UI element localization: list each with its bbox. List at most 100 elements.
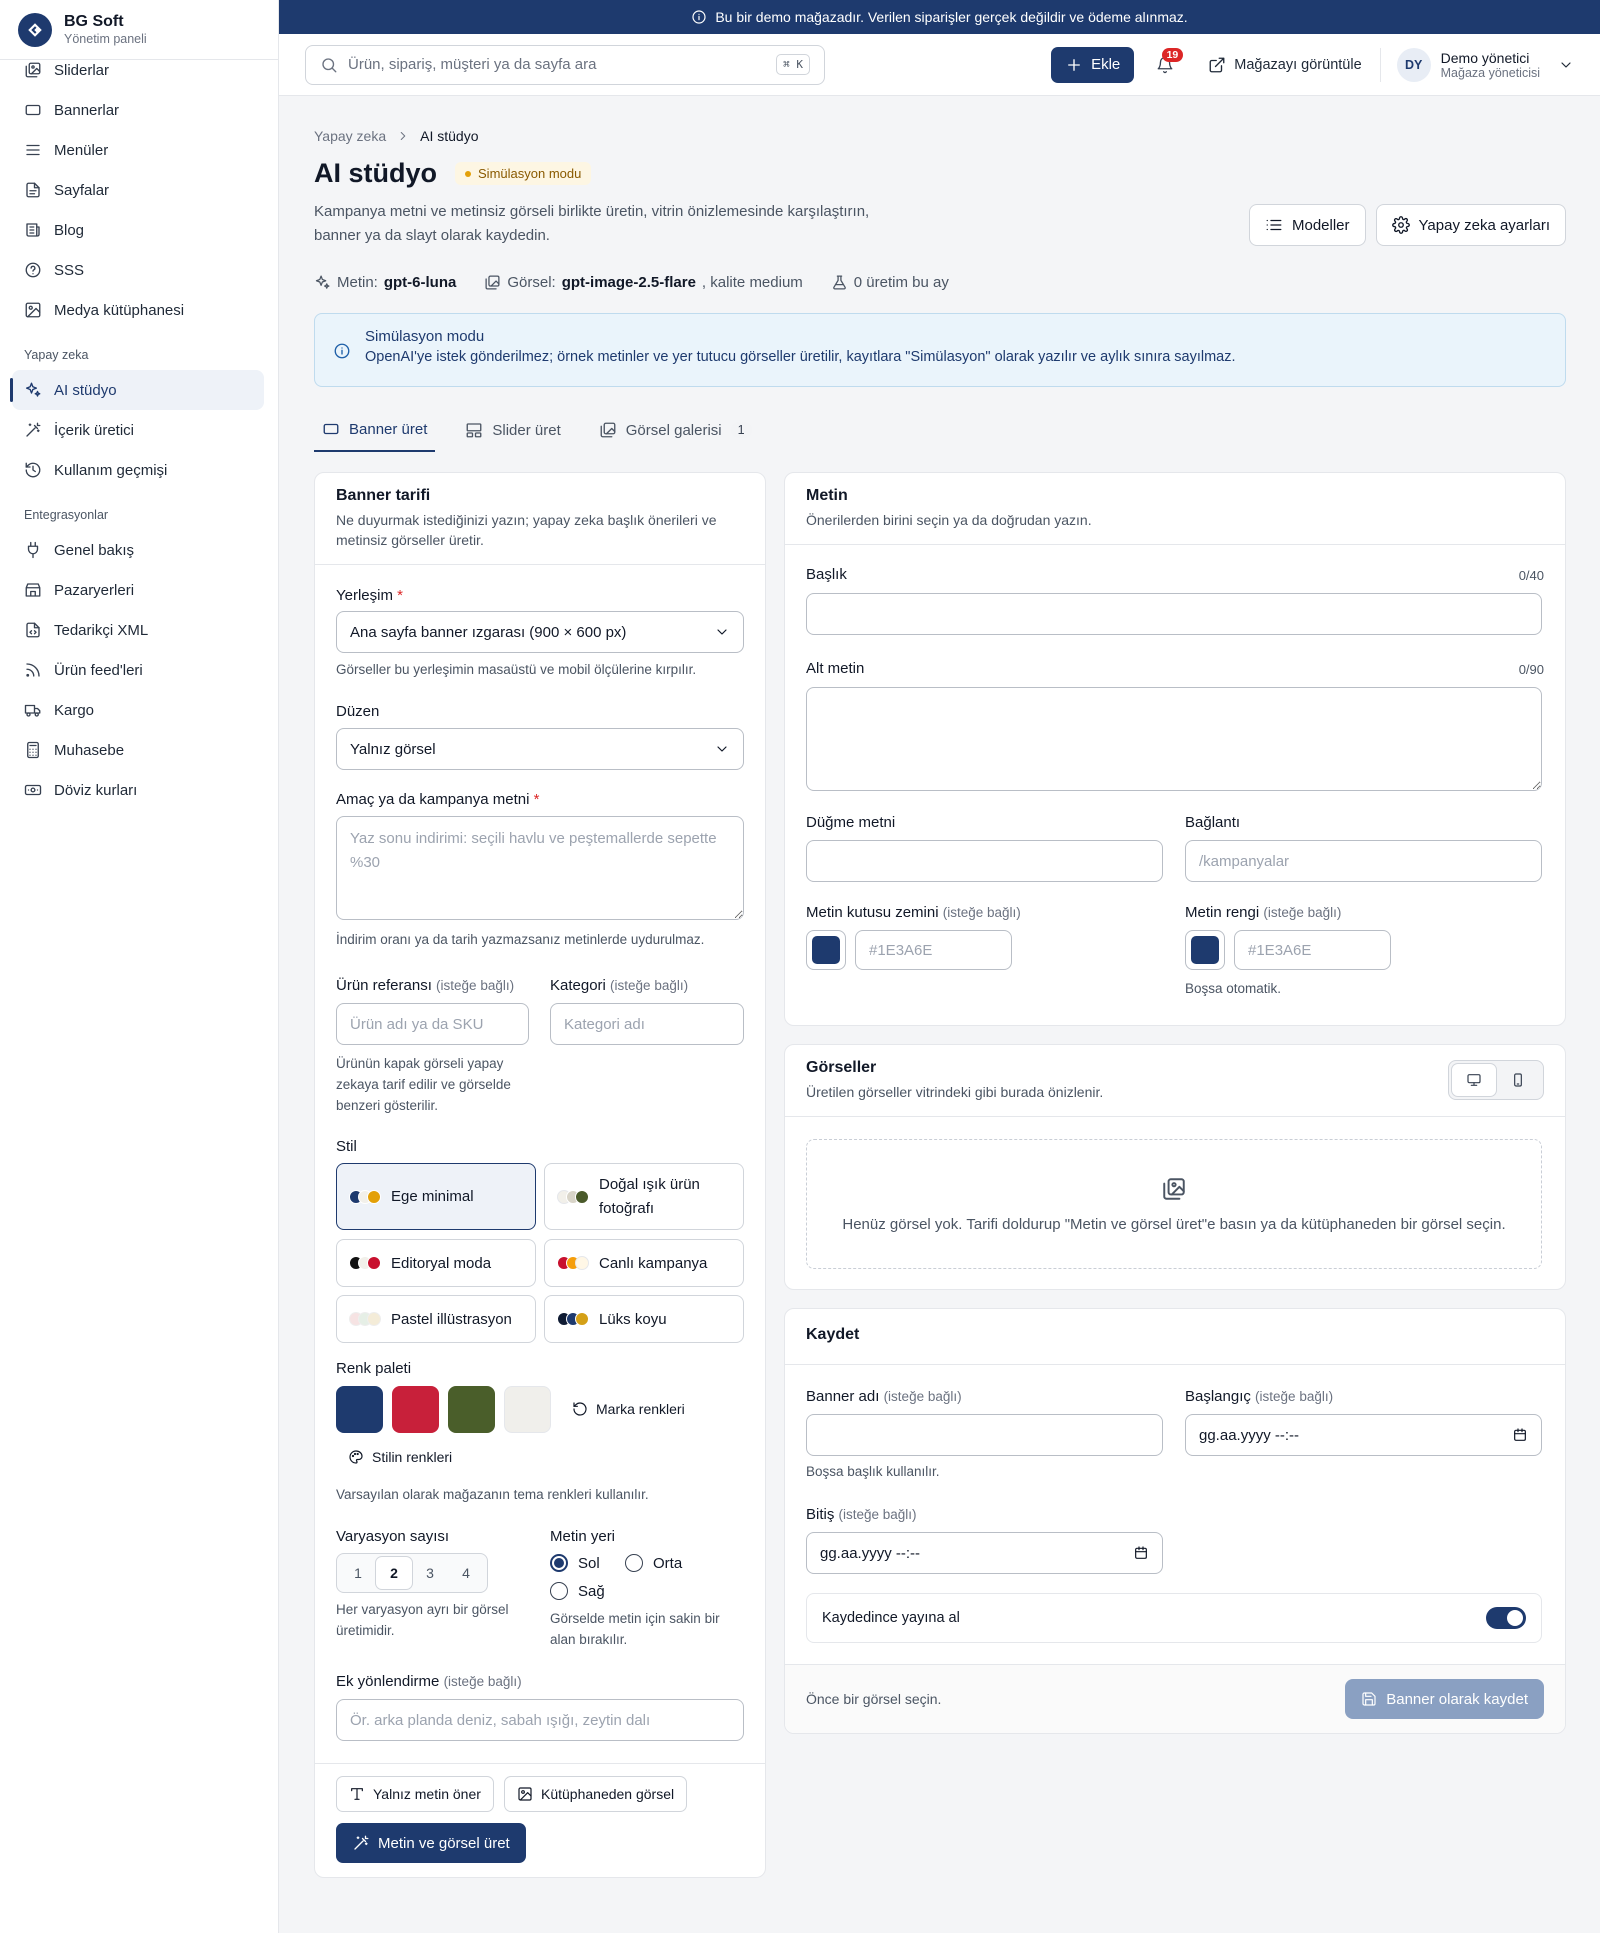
end-date-input[interactable]: gg.aa.yyyy --:--	[806, 1532, 1163, 1574]
style-option-editorial-fashion[interactable]: Editoryal moda	[336, 1239, 536, 1287]
variation-option-1[interactable]: 1	[340, 1557, 376, 1589]
card-subtitle: Üretilen görseller vitrindeki gibi burad…	[806, 1084, 1104, 1100]
sidebar-item-pages[interactable]: Sayfalar	[12, 170, 264, 210]
palette-swatch[interactable]	[448, 1386, 495, 1433]
sidebar-item-content-generator[interactable]: İçerik üretici	[12, 410, 264, 450]
palette-swatch[interactable]	[504, 1386, 551, 1433]
truck-icon	[24, 701, 42, 719]
sidebar-item-shipping[interactable]: Kargo	[12, 690, 264, 730]
style-option-luxury-dark[interactable]: Lüks koyu	[544, 1295, 744, 1343]
sidebar-item-product-feeds[interactable]: Ürün feed'leri	[12, 650, 264, 690]
sidebar-item-menus[interactable]: Menüler	[12, 130, 264, 170]
text-color-hex-input[interactable]	[1234, 930, 1391, 970]
search-icon	[320, 56, 338, 74]
end-date-label: Bitiş (isteğe bağlı)	[806, 1506, 917, 1523]
brand-subtitle: Yönetim paneli	[64, 32, 147, 46]
goal-textarea[interactable]	[336, 816, 744, 920]
sidebar-item-usage-history[interactable]: Kullanım geçmişi	[12, 450, 264, 490]
search-input[interactable]	[348, 56, 767, 73]
sidebar-item-ai-studio[interactable]: AI stüdyo	[10, 370, 264, 410]
variation-option-4[interactable]: 4	[448, 1557, 484, 1589]
save-as-banner-button[interactable]: Banner olarak kaydet	[1345, 1679, 1544, 1719]
sidebar-item-exchange-rates[interactable]: Döviz kurları	[12, 770, 264, 810]
sidebar-section-integrations: Entegrasyonlar	[24, 508, 109, 522]
headline-input[interactable]	[806, 593, 1542, 635]
card-title: Metin	[806, 487, 848, 504]
file-icon	[24, 181, 42, 199]
brand-colors-button[interactable]: Marka renkleri	[572, 1401, 685, 1417]
sidebar-item-label: Pazaryerleri	[54, 581, 135, 599]
sidebar-item-blog[interactable]: Blog	[12, 210, 264, 250]
sidebar-item-accounting[interactable]: Muhasebe	[12, 730, 264, 770]
placement-select[interactable]: Ana sayfa banner ızgarası (900 × 600 px)	[336, 611, 744, 653]
sidebar-item-label: Tedarikçi XML	[54, 621, 149, 639]
library-image-button[interactable]: Kütüphaneden görsel	[504, 1776, 688, 1812]
style-option-pastel-illustration[interactable]: Pastel illüstrasyon	[336, 1295, 536, 1343]
subtext-label: Alt metin	[806, 660, 865, 677]
extra-guidance-input[interactable]	[336, 1699, 744, 1741]
palette-swatch[interactable]	[392, 1386, 439, 1433]
breadcrumb-parent[interactable]: Yapay zeka	[314, 128, 386, 144]
style-option-natural-light[interactable]: Doğal ışık ürün fotoğrafı	[544, 1163, 744, 1230]
variation-option-3[interactable]: 3	[412, 1557, 448, 1589]
store-icon	[24, 581, 42, 599]
radio-indicator	[550, 1582, 568, 1600]
rss-icon	[24, 661, 42, 679]
notifications-badge: 19	[1161, 47, 1184, 62]
tab-banner-generate[interactable]: Banner üret	[314, 408, 436, 452]
start-date-label: Başlangıç (isteğe bağlı)	[1185, 1388, 1333, 1405]
tab-image-gallery[interactable]: Görsel galerisi 1	[591, 408, 760, 452]
text-position-right-radio[interactable]: Sağ	[550, 1582, 605, 1600]
product-reference-input[interactable]	[336, 1003, 529, 1045]
user-menu[interactable]: DY Demo yönetici Mağaza yöneticisi	[1396, 47, 1574, 82]
ai-settings-button[interactable]: Yapay zeka ayarları	[1375, 204, 1566, 246]
text-position-center-radio[interactable]: Orta	[625, 1554, 682, 1572]
generate-text-and-image-button[interactable]: Metin ve görsel üret	[336, 1823, 526, 1863]
topbar: ⌘ K Ekle 19 Mağazayı görüntüle DY Demo y…	[279, 34, 1600, 96]
sidebar-item-faq[interactable]: SSS	[12, 250, 264, 290]
style-colors	[557, 1312, 589, 1326]
box-bg-color-picker[interactable]	[806, 930, 846, 970]
category-input[interactable]	[550, 1003, 744, 1045]
text-position-left-radio[interactable]: Sol	[550, 1554, 600, 1572]
layout-select[interactable]: Yalnız görsel	[336, 728, 744, 770]
models-button[interactable]: Modeller	[1249, 204, 1366, 246]
brand[interactable]: BG Soft Yönetim paneli	[0, 0, 278, 60]
mobile-view-button[interactable]	[1496, 1064, 1540, 1096]
card-title: Görseller	[806, 1059, 877, 1076]
search-box[interactable]: ⌘ K	[305, 44, 825, 85]
card-subtitle: Ne duyurmak istediğinizi yazın; yapay ze…	[336, 512, 717, 548]
sparkles-icon	[314, 274, 331, 291]
box-bg-hex-input[interactable]	[855, 930, 1012, 970]
sidebar-item-supplier-xml[interactable]: Tedarikçi XML	[12, 610, 264, 650]
notifications-button[interactable]: 19	[1148, 47, 1184, 82]
desktop-view-button[interactable]	[1452, 1064, 1496, 1096]
goal-help: İndirim oranı ya da tarih yazmazsanız me…	[336, 932, 705, 947]
meta-image-model: gpt-image-2.5-flare	[561, 274, 696, 291]
plus-icon	[1065, 56, 1083, 74]
sidebar-item-banners[interactable]: Bannerlar	[12, 90, 264, 130]
view-store-link[interactable]: Mağazayı görüntüle	[1208, 56, 1362, 74]
banner-name-input[interactable]	[806, 1414, 1163, 1456]
start-date-input[interactable]: gg.aa.yyyy --:--	[1185, 1414, 1542, 1456]
button-text-input[interactable]	[806, 840, 1163, 882]
publish-on-save-toggle[interactable]	[1486, 1607, 1526, 1629]
date-placeholder: gg.aa.yyyy --:--	[820, 1544, 921, 1562]
text-only-suggest-button[interactable]: Yalnız metin öner	[336, 1776, 494, 1812]
images-icon	[1161, 1176, 1187, 1202]
link-input[interactable]	[1185, 840, 1542, 882]
add-button[interactable]: Ekle	[1051, 46, 1135, 83]
sidebar-item-overview[interactable]: Genel bakış	[12, 530, 264, 570]
tab-slider-generate[interactable]: Slider üret	[457, 408, 568, 452]
style-colors-button[interactable]: Stilin renkleri	[348, 1449, 452, 1465]
sidebar-item-marketplaces[interactable]: Pazaryerleri	[12, 570, 264, 610]
variation-option-2[interactable]: 2	[376, 1557, 412, 1589]
brand-colors-label: Marka renkleri	[596, 1401, 685, 1417]
style-option-vivid-campaign[interactable]: Canlı kampanya	[544, 1239, 744, 1287]
text-color-picker[interactable]	[1185, 930, 1225, 970]
palette-swatch[interactable]	[336, 1386, 383, 1433]
style-option-aegean-minimal[interactable]: Ege minimal	[336, 1163, 536, 1230]
subtext-textarea[interactable]	[806, 687, 1542, 791]
sidebar-item-media-library[interactable]: Medya kütüphanesi	[12, 290, 264, 330]
sidebar-item-label: İçerik üretici	[54, 421, 135, 439]
